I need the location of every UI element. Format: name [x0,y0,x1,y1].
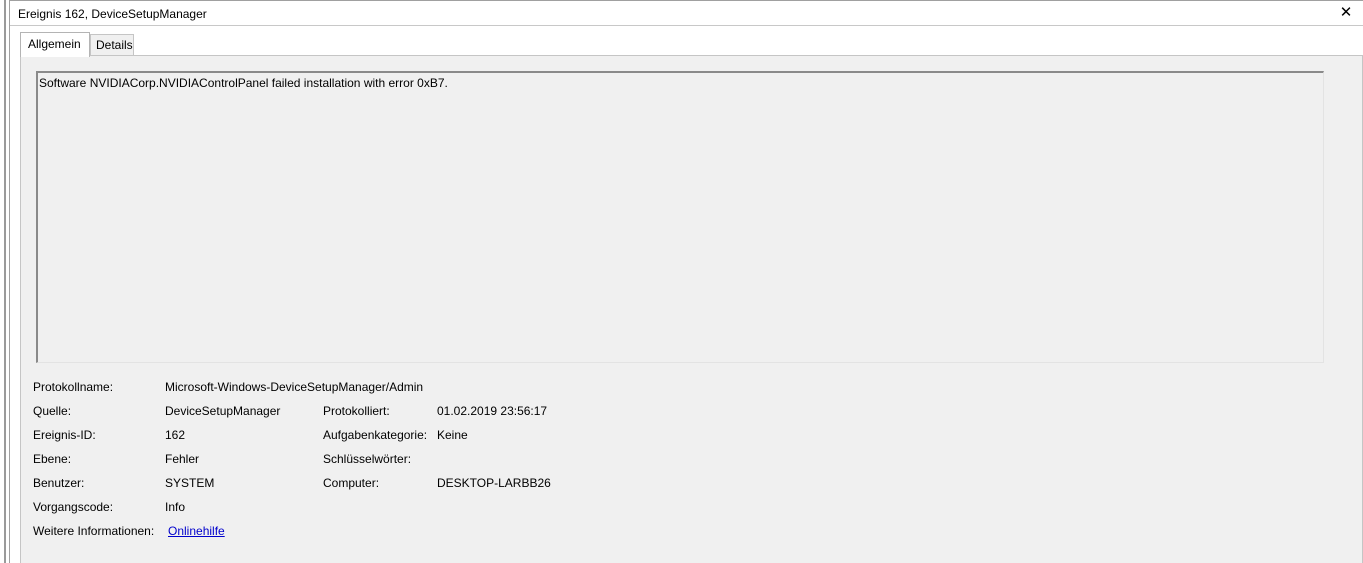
benutzer-value: SYSTEM [165,476,215,490]
vorgangscode-label: Vorgangscode: [33,500,114,514]
schluesselwoerter-label: Schlüsselwörter: [323,452,412,466]
window-left-edge [0,0,10,563]
event-message-box[interactable]: Software NVIDIACorp.NVIDIAControlPanel f… [36,71,1324,363]
event-properties-window: Ereignis 162, DeviceSetupManager ✕ Allge… [0,0,1363,563]
ereignis-id-value: 162 [165,428,186,442]
tab-details[interactable]: Details [90,34,134,55]
computer-label: Computer: [323,476,380,490]
title-bar[interactable]: Ereignis 162, DeviceSetupManager ✕ [10,0,1363,26]
ebene-value: Fehler [165,452,200,466]
protokollname-label: Protokollname: [33,380,114,394]
onlinehilfe-link[interactable]: Onlinehilfe [168,524,225,538]
protokollname-value: Microsoft-Windows-DeviceSetupManager/Adm… [165,380,424,394]
dialog-body: Allgemein Details Software NVIDIACorp.NV… [10,26,1363,563]
quelle-label: Quelle: [33,404,72,418]
protokolliert-value: 01.02.2019 23:56:17 [437,404,548,418]
window-title: Ereignis 162, DeviceSetupManager [18,7,207,21]
vorgangscode-value: Info [165,500,186,514]
aufgabenkategorie-label: Aufgabenkategorie: [323,428,428,442]
computer-value: DESKTOP-LARBB26 [437,476,551,490]
ebene-label: Ebene: [33,452,72,466]
close-icon[interactable]: ✕ [1337,4,1355,22]
aufgabenkategorie-value: Keine [437,428,468,442]
event-message-text: Software NVIDIACorp.NVIDIAControlPanel f… [39,76,448,90]
tab-panel-allgemein: Software NVIDIACorp.NVIDIAControlPanel f… [20,55,1363,563]
quelle-value: DeviceSetupManager [165,404,281,418]
ereignis-id-label: Ereignis-ID: [33,428,96,442]
benutzer-label: Benutzer: [33,476,85,490]
protokolliert-label: Protokolliert: [323,404,390,418]
weitere-informationen-label: Weitere Informationen: [33,524,155,538]
tab-allgemein[interactable]: Allgemein [20,32,90,57]
